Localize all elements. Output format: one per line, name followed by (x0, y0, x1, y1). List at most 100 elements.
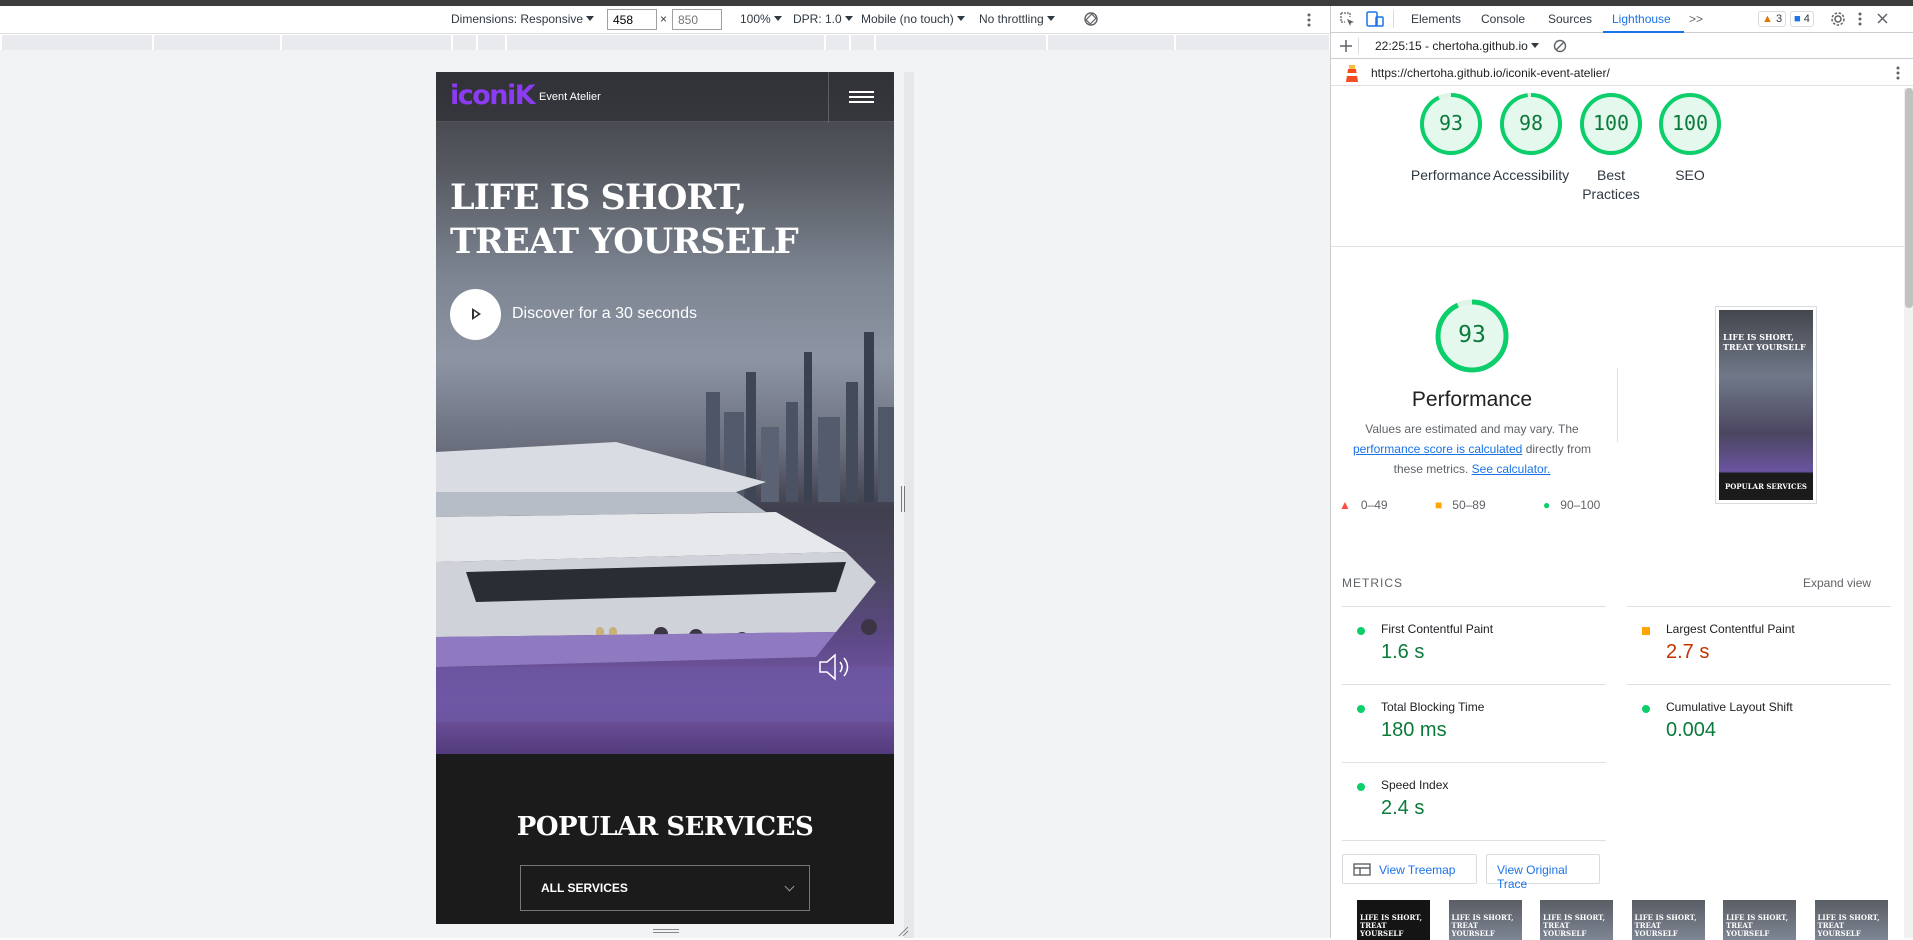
filmstrip-frame-title: LIFE IS SHORT, TREAT YOURSELF (1726, 913, 1789, 938)
close-icon[interactable] (1877, 13, 1888, 24)
triangle-icon: ▲ (1339, 498, 1351, 512)
score-gauge-accessibility[interactable]: 98 (1498, 91, 1564, 157)
more-tabs-button[interactable]: >> (1689, 12, 1703, 26)
resize-handle-bottom[interactable] (653, 929, 679, 933)
resize-corner-icon[interactable] (897, 925, 909, 937)
metric-name: First Contentful Paint (1381, 622, 1494, 636)
filmstrip-frame: LIFE IS SHORT, TREAT YOURSELF (1814, 900, 1888, 940)
more-options-icon[interactable] (1306, 12, 1312, 28)
score-label: Best Practices (1582, 167, 1640, 202)
metric-name: Largest Contentful Paint (1666, 622, 1795, 636)
width-input[interactable] (607, 9, 657, 30)
messages-badge[interactable]: ■ 4 (1790, 11, 1814, 27)
discover-link[interactable]: Discover for a 30 seconds (512, 305, 697, 323)
score-gauge-best-practices[interactable]: 100 (1578, 91, 1644, 157)
score-gauge-seo[interactable]: 100 (1657, 91, 1723, 157)
view-treemap-button[interactable]: View Treemap (1342, 854, 1477, 884)
scrollbar-thumb[interactable] (1905, 88, 1913, 308)
metric-value: 2.7 s (1666, 641, 1710, 663)
warning-icon: ▲ (1762, 13, 1773, 25)
services-heading: POPULAR SERVICES (516, 812, 814, 842)
report-url[interactable]: https://chertoha.github.io/iconik-event-… (1371, 66, 1610, 80)
metric-speed-index: Speed Index 2.4 s (1342, 762, 1606, 826)
dimensions-dropdown[interactable]: Dimensions: Responsive (451, 12, 595, 26)
media-query-bar (0, 35, 1330, 50)
filmstrip-frame: LIFE IS SHORT, TREAT YOURSELF (1540, 900, 1613, 940)
zoom-dropdown[interactable]: 100% (740, 12, 782, 26)
performance-note: Values are estimated and may vary. The p… (1352, 422, 1592, 476)
report-selector[interactable]: 22:25:15 - chertoha.github.io (1375, 39, 1539, 53)
inspect-element-icon[interactable] (1340, 12, 1355, 27)
new-report-plus-icon[interactable] (1340, 40, 1352, 52)
score-value: 93 (1438, 111, 1464, 135)
rotate-icon[interactable] (1082, 10, 1100, 28)
customize-menu-icon[interactable] (1857, 11, 1863, 27)
view-original-trace-button[interactable]: View Original Trace (1486, 854, 1600, 891)
filmstrip-frame: LIFE IS SHORT, TREAT YOURSELF (1357, 900, 1430, 940)
filmstrip-frame: LIFE IS SHORT, TREAT YOURSELF (1631, 900, 1705, 940)
settings-gear-icon[interactable] (1830, 11, 1846, 27)
screenshot-title: LIFE IS SHORT, TREAT YOURSELF (1723, 332, 1806, 352)
metric-value: 0.004 (1666, 719, 1717, 741)
message-icon: ■ (1794, 13, 1801, 25)
score-label: Accessibility (1492, 167, 1570, 183)
clear-icon[interactable] (1553, 39, 1567, 53)
speaker-icon[interactable] (817, 652, 855, 682)
score-value: 100 (1671, 111, 1709, 135)
dpr-dropdown[interactable]: DPR: 1.0 (793, 12, 853, 26)
site-logo[interactable]: iconiK (450, 80, 536, 111)
performance-title: Performance (1411, 388, 1533, 411)
legend-pass: ● 90–100 (1543, 498, 1601, 512)
tab-lighthouse[interactable]: Lighthouse (1612, 12, 1671, 26)
circle-icon (1357, 627, 1365, 635)
circle-icon (1642, 705, 1650, 713)
report-menu-icon[interactable] (1895, 65, 1901, 81)
active-tab-indicator (1603, 31, 1684, 33)
see-calculator-link[interactable]: See calculator. (1472, 462, 1551, 476)
metric-value: 1.6 s (1381, 641, 1425, 663)
metric-cumulative-layout-shift: Cumulative Layout Shift 0.004 (1627, 684, 1891, 748)
device-mode-dropdown[interactable]: Mobile (no touch) (861, 12, 965, 26)
throttling-dropdown[interactable]: No throttling (979, 12, 1055, 26)
filmstrip-frame-title: LIFE IS SHORT, TREAT YOURSELF (1360, 913, 1423, 938)
filmstrip-frame: LIFE IS SHORT, TREAT YOURSELF (1723, 900, 1796, 940)
devtools-panel: Elements Console Sources Lighthouse >> ▲… (1330, 6, 1913, 940)
metric-name: Total Blocking Time (1381, 700, 1485, 714)
circle-icon (1357, 783, 1365, 791)
device-toolbar-icon[interactable] (1366, 11, 1384, 27)
warnings-badge[interactable]: ▲ 3 (1758, 11, 1787, 27)
devtools-scrollbar[interactable] (1904, 88, 1913, 938)
resize-handle-right[interactable] (901, 486, 905, 512)
devtools-tabbar: Elements Console Sources Lighthouse >> ▲… (1331, 6, 1913, 33)
score-value: 100 (1592, 111, 1630, 135)
times-sign: × (660, 12, 668, 26)
tab-sources[interactable]: Sources (1548, 12, 1592, 26)
hero-title: LIFE IS SHORT, TREAT YOURSELF (450, 177, 799, 262)
tab-console[interactable]: Console (1481, 12, 1525, 26)
height-input[interactable] (672, 9, 722, 30)
play-button[interactable] (450, 289, 501, 340)
filmstrip-frame-title: LIFE IS SHORT, TREAT YOURSELF (1634, 913, 1697, 938)
metric-first-contentful-paint: First Contentful Paint 1.6 s (1342, 606, 1606, 670)
score-calculated-link[interactable]: performance score is calculated (1353, 442, 1522, 456)
square-icon (1642, 627, 1650, 635)
expand-view-toggle[interactable]: Expand view (1803, 576, 1871, 590)
legend-average: ■ 50–89 (1435, 498, 1486, 512)
services-select[interactable]: ALL SERVICES (520, 865, 810, 911)
circle-icon (1357, 705, 1365, 713)
metric-name: Cumulative Layout Shift (1666, 700, 1793, 714)
metric-name: Speed Index (1381, 778, 1449, 792)
performance-score: 93 (1458, 322, 1486, 348)
logo-subtitle: Event Atelier (539, 91, 601, 103)
screenshot-services: POPULAR SERVICES (1725, 482, 1807, 491)
lighthouse-toolbar: 22:25:15 - chertoha.github.io (1331, 34, 1913, 59)
legend-fail: ▲ 0–49 (1339, 498, 1388, 512)
device-toolbar: Dimensions: Responsive × 100% DPR: 1.0 M… (0, 6, 1330, 34)
hamburger-menu-icon[interactable] (849, 91, 874, 104)
score-gauge-performance[interactable]: 93 (1418, 91, 1484, 157)
tab-elements[interactable]: Elements (1411, 12, 1461, 26)
device-preview: iconiK Event Atelier LIFE IS SHORT, TREA… (436, 72, 894, 924)
final-screenshot[interactable]: LIFE IS SHORT, TREAT YOURSELF POPULAR SE… (1715, 306, 1817, 504)
treemap-icon (1353, 863, 1371, 876)
lighthouse-logo-icon (1346, 65, 1358, 82)
